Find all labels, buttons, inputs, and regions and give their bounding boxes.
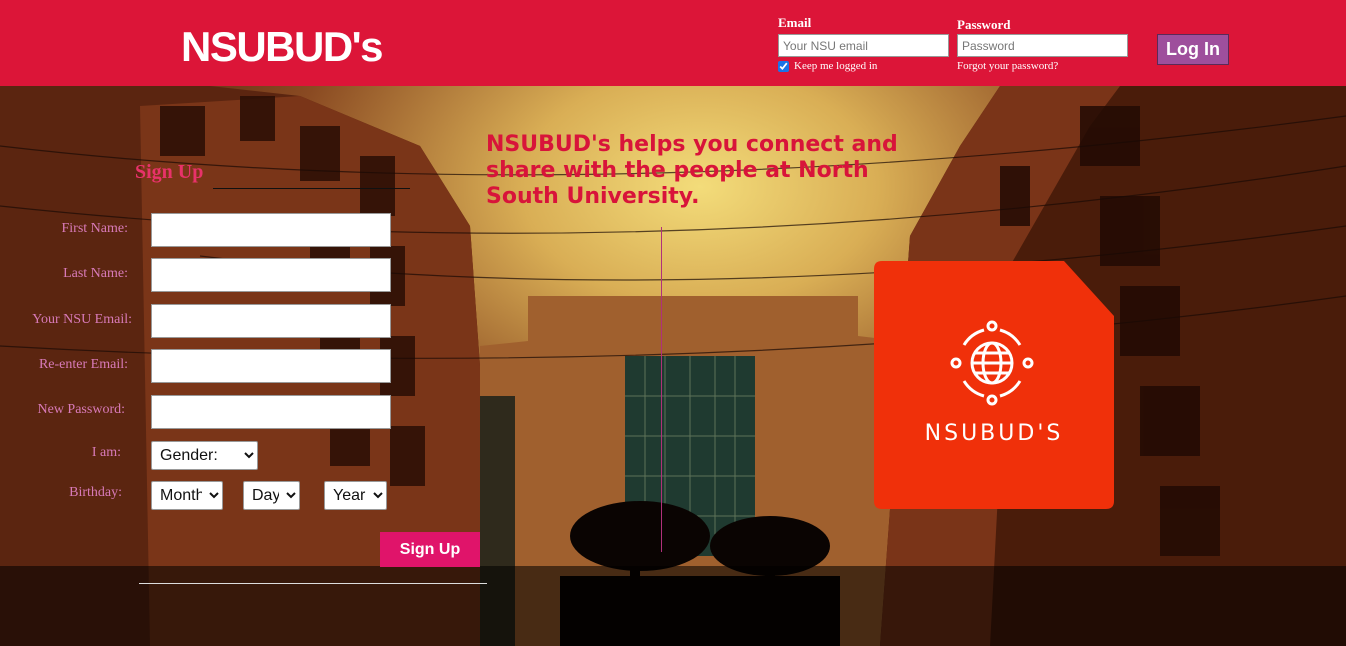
keep-logged-in-checkbox[interactable] xyxy=(778,60,789,72)
signup-title: Sign Up xyxy=(135,161,204,183)
signup-divider xyxy=(213,188,410,189)
nsu-email-input[interactable] xyxy=(151,304,391,338)
new-password-input[interactable] xyxy=(151,395,391,429)
logo-tile-text: NSUBUD'S xyxy=(924,421,1064,446)
reenter-email-label: Re-enter Email: xyxy=(38,357,128,372)
nsu-email-label: Your NSU Email: xyxy=(32,312,132,327)
forgot-password-link[interactable]: Forgot your password? xyxy=(957,60,1058,72)
first-name-label: First Name: xyxy=(61,221,129,236)
top-bar: NSUBUD's Email Password Keep me logged i… xyxy=(0,0,1346,86)
logo-tile-shape xyxy=(874,261,1114,509)
keep-logged-in-label: Keep me logged in xyxy=(794,60,878,72)
birthday-day-select[interactable]: Day xyxy=(243,481,300,510)
new-password-label: New Password: xyxy=(37,402,126,417)
gender-select[interactable]: Gender: xyxy=(151,441,258,470)
password-label: Password xyxy=(957,17,1011,32)
login-password-input[interactable] xyxy=(957,34,1128,57)
last-name-label: Last Name: xyxy=(63,266,128,281)
login-email-input[interactable] xyxy=(778,34,949,57)
gender-label: I am: xyxy=(91,445,121,460)
birthday-year-select[interactable]: Year xyxy=(324,481,387,510)
email-label: Email xyxy=(778,15,812,30)
form-bottom-divider xyxy=(139,583,487,584)
birthday-month-select[interactable]: Month xyxy=(151,481,223,510)
brand-logo[interactable]: NSUBUD's xyxy=(181,24,384,70)
login-button[interactable]: Log In xyxy=(1157,34,1229,65)
vertical-divider xyxy=(661,227,662,552)
logo-tile: NSUBUD'S xyxy=(874,261,1114,509)
signup-button[interactable]: Sign Up xyxy=(380,532,480,567)
birthday-label: Birthday: xyxy=(69,485,122,500)
tagline: NSUBUD's helps you connect and share wit… xyxy=(486,132,898,209)
keep-logged-in[interactable]: Keep me logged in xyxy=(778,60,877,72)
reenter-email-input[interactable] xyxy=(151,349,391,383)
last-name-input[interactable] xyxy=(151,258,391,292)
first-name-input[interactable] xyxy=(151,213,391,247)
